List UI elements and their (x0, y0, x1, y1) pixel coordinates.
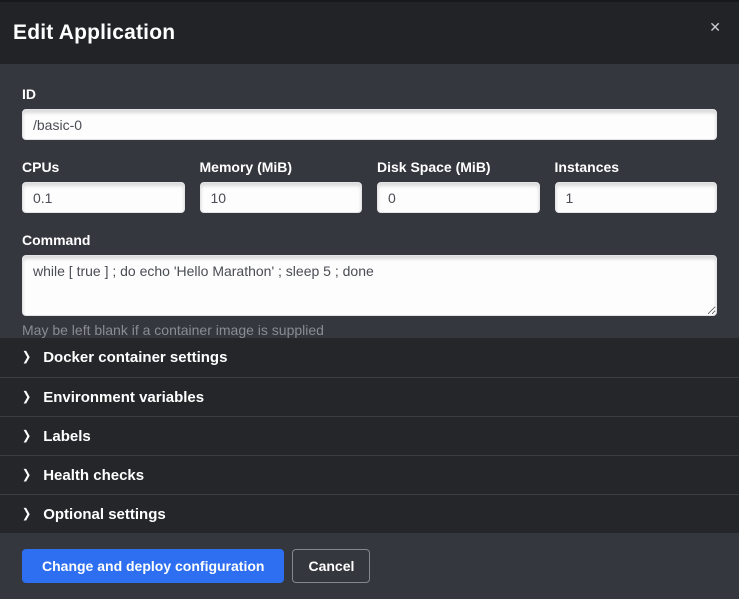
section-docker-container-settings[interactable]: ❯ Docker container settings (0, 338, 739, 377)
command-helper-text: May be left blank if a container image i… (22, 322, 717, 338)
section-environment-variables[interactable]: ❯ Environment variables (0, 377, 739, 416)
chevron-right-icon: ❯ (22, 391, 31, 404)
section-label: Environment variables (43, 389, 204, 406)
chevron-right-icon: ❯ (22, 469, 31, 482)
memory-field-group: Memory (MiB) (200, 159, 363, 213)
form-body: ID CPUs Memory (MiB) Disk Space (MiB) In… (0, 64, 739, 338)
resources-row: CPUs Memory (MiB) Disk Space (MiB) Insta… (22, 159, 717, 213)
section-label: Docker container settings (43, 349, 227, 366)
chevron-right-icon: ❯ (22, 508, 31, 521)
cpus-input[interactable] (22, 182, 185, 213)
cpus-label: CPUs (22, 159, 185, 175)
cpus-field-group: CPUs (22, 159, 185, 213)
disk-input[interactable] (377, 182, 540, 213)
cancel-button[interactable]: Cancel (292, 549, 370, 583)
command-field-group: Command while [ true ] ; do echo 'Hello … (22, 232, 717, 338)
section-label: Labels (43, 428, 91, 445)
disk-label: Disk Space (MiB) (377, 159, 540, 175)
command-label: Command (22, 232, 717, 248)
id-field-group: ID (22, 86, 717, 140)
command-textarea[interactable]: while [ true ] ; do echo 'Hello Marathon… (22, 255, 717, 316)
instances-input[interactable] (555, 182, 718, 213)
accordion: ❯ Docker container settings ❯ Environmen… (0, 338, 739, 533)
memory-input[interactable] (200, 182, 363, 213)
change-and-deploy-button[interactable]: Change and deploy configuration (22, 549, 284, 583)
instances-field-group: Instances (555, 159, 718, 213)
section-label: Optional settings (43, 506, 166, 523)
section-label: Health checks (43, 467, 144, 484)
id-input[interactable] (22, 109, 717, 140)
disk-field-group: Disk Space (MiB) (377, 159, 540, 213)
chevron-right-icon: ❯ (22, 351, 31, 364)
chevron-right-icon: ❯ (22, 430, 31, 443)
modal-title: Edit Application (13, 21, 175, 45)
section-health-checks[interactable]: ❯ Health checks (0, 455, 739, 494)
modal-footer: Change and deploy configuration Cancel (0, 533, 739, 599)
id-label: ID (22, 86, 717, 102)
instances-label: Instances (555, 159, 718, 175)
memory-label: Memory (MiB) (200, 159, 363, 175)
close-icon[interactable]: ✕ (705, 16, 725, 38)
modal-header: Edit Application ✕ (0, 0, 739, 64)
section-optional-settings[interactable]: ❯ Optional settings (0, 494, 739, 533)
section-labels[interactable]: ❯ Labels (0, 416, 739, 455)
edit-application-modal: Edit Application ✕ ID CPUs Memory (MiB) … (0, 0, 739, 599)
